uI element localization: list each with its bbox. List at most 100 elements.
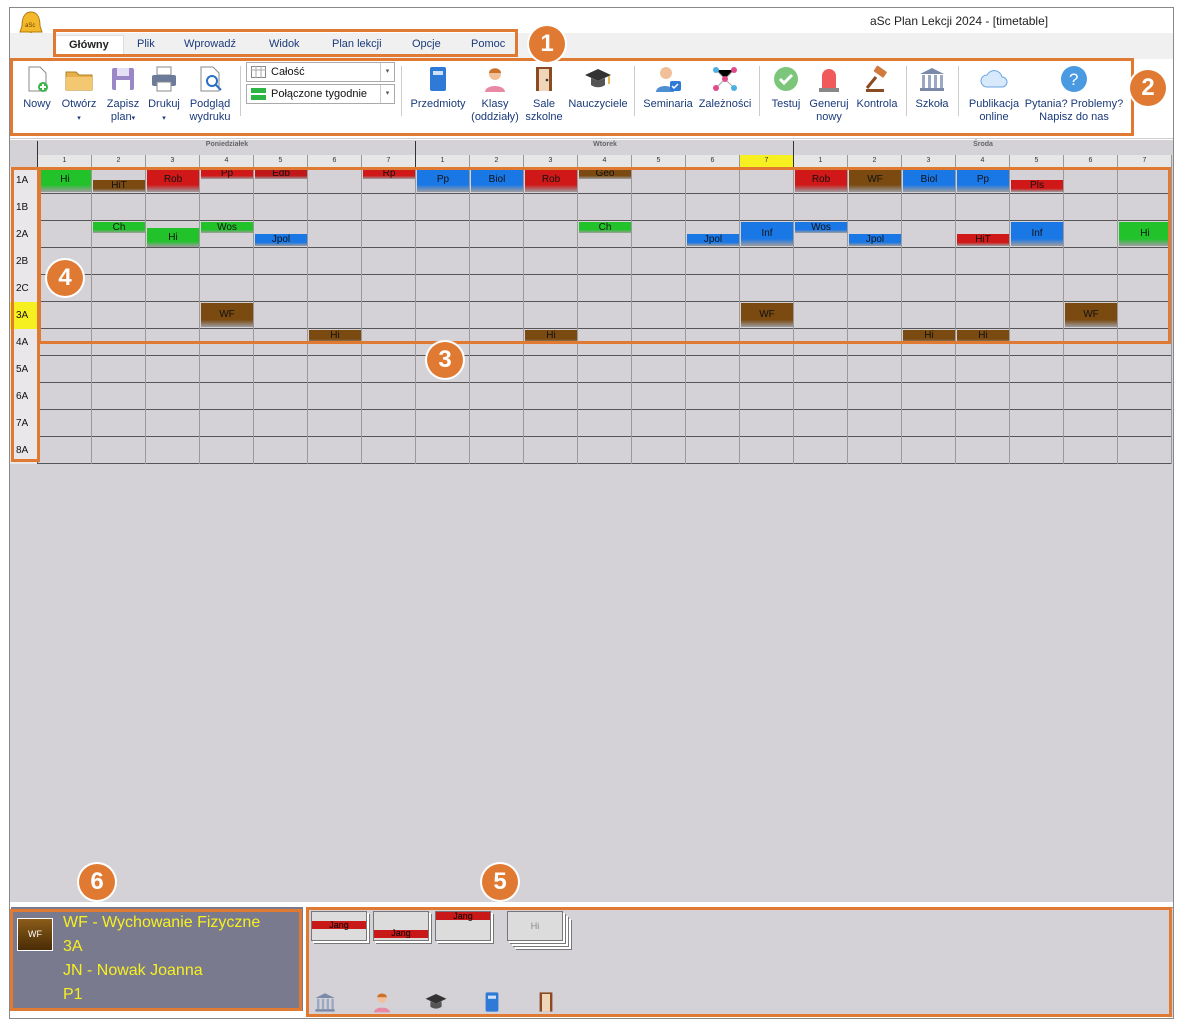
class-row: 6A [10,383,1172,410]
period-cell-divider [1171,194,1172,221]
period-cell-divider [145,410,146,437]
period-cell-divider [145,383,146,410]
period-cell-divider [523,356,524,383]
day-header: Poniedziałek [205,141,249,148]
period-cell-divider [1117,383,1118,410]
period-header[interactable]: 4 [578,155,632,167]
period-cell-divider [1117,410,1118,437]
period-cell-divider [253,356,254,383]
period-cell-divider [1171,383,1172,410]
callout-frame-grid [38,167,1171,344]
callout-frame-tabs [53,29,518,57]
period-cell-divider [199,437,200,464]
period-cell-divider [739,410,740,437]
period-cell-divider [631,410,632,437]
period-cell-divider [469,356,470,383]
period-header[interactable]: 5 [1010,155,1064,167]
period-cell-divider [1171,221,1172,248]
period-cell-divider [1063,383,1064,410]
period-cell-divider [91,410,92,437]
window-title: aSc Plan Lekcji 2024 - [timetable] [870,14,1049,28]
period-header[interactable]: 3 [146,155,200,167]
period-header[interactable]: 4 [956,155,1010,167]
period-cell-divider [199,383,200,410]
period-header[interactable]: 6 [686,155,740,167]
period-header[interactable]: 3 [902,155,956,167]
day-header: Środa [973,141,993,148]
period-cell-divider [685,437,686,464]
period-cell-divider [955,437,956,464]
period-cell-divider [1171,167,1172,194]
period-header[interactable]: 2 [470,155,524,167]
period-cell-divider [361,410,362,437]
period-cell-divider [415,410,416,437]
period-cell-divider [361,383,362,410]
period-cell-divider [793,437,794,464]
period-cell-divider [253,410,254,437]
callout-badge: 4 [47,260,83,296]
period-header[interactable]: 7 [740,155,794,167]
period-cell-divider [847,437,848,464]
period-cell-divider [901,356,902,383]
period-cell-divider [199,356,200,383]
period-header[interactable]: 6 [1064,155,1118,167]
period-cell-divider [577,356,578,383]
period-cell-divider [793,383,794,410]
period-cell-divider [1171,248,1172,275]
period-cell-divider [1171,329,1172,356]
period-cell-divider [685,410,686,437]
period-cell-divider [1171,302,1172,329]
period-cell-divider [1171,410,1172,437]
period-cell-divider [739,383,740,410]
period-cell-divider [1117,356,1118,383]
period-cell-divider [901,410,902,437]
period-header[interactable]: 6 [308,155,362,167]
period-cell-divider [361,437,362,464]
callout-frame-classes [11,167,40,462]
period-cell-divider [739,356,740,383]
callout-frame-unplaced [306,907,1172,1017]
callout-frame-info [10,909,302,1011]
callout-frame-ribbon [10,58,1134,136]
period-header[interactable]: 5 [254,155,308,167]
period-cell-divider [1009,410,1010,437]
period-cell-divider [199,410,200,437]
period-cell-divider [523,410,524,437]
period-cell-divider [1063,356,1064,383]
period-cell-divider [1009,383,1010,410]
period-header[interactable]: 7 [1118,155,1172,167]
period-cell-divider [631,437,632,464]
period-cell-divider [91,383,92,410]
period-header[interactable]: 1 [416,155,470,167]
period-header[interactable]: 5 [632,155,686,167]
period-cell-divider [1063,410,1064,437]
class-row: 8A [10,437,1172,464]
period-cell-divider [145,437,146,464]
period-cell-divider [145,356,146,383]
period-cell-divider [253,383,254,410]
period-header[interactable]: 2 [92,155,146,167]
period-header[interactable]: 1 [38,155,92,167]
day-header: Wtorek [593,141,617,148]
period-cell-divider [469,437,470,464]
period-cell-divider [577,410,578,437]
period-cell-divider [577,437,578,464]
period-cell-divider [847,356,848,383]
period-cell-divider [847,383,848,410]
period-header[interactable]: 7 [362,155,416,167]
period-cell-divider [793,356,794,383]
callout-badge: 5 [482,864,518,900]
period-cell-divider [307,356,308,383]
period-header[interactable]: 3 [524,155,578,167]
period-cell-divider [1171,356,1172,383]
class-row: 5A [10,356,1172,383]
period-header[interactable]: 4 [200,155,254,167]
period-header[interactable]: 2 [848,155,902,167]
period-cell-divider [1171,437,1172,464]
period-cell-divider [91,356,92,383]
period-cell-divider [847,410,848,437]
callout-badge: 1 [529,26,565,62]
period-header[interactable]: 1 [794,155,848,167]
period-cell-divider [793,410,794,437]
period-cell-divider [523,383,524,410]
